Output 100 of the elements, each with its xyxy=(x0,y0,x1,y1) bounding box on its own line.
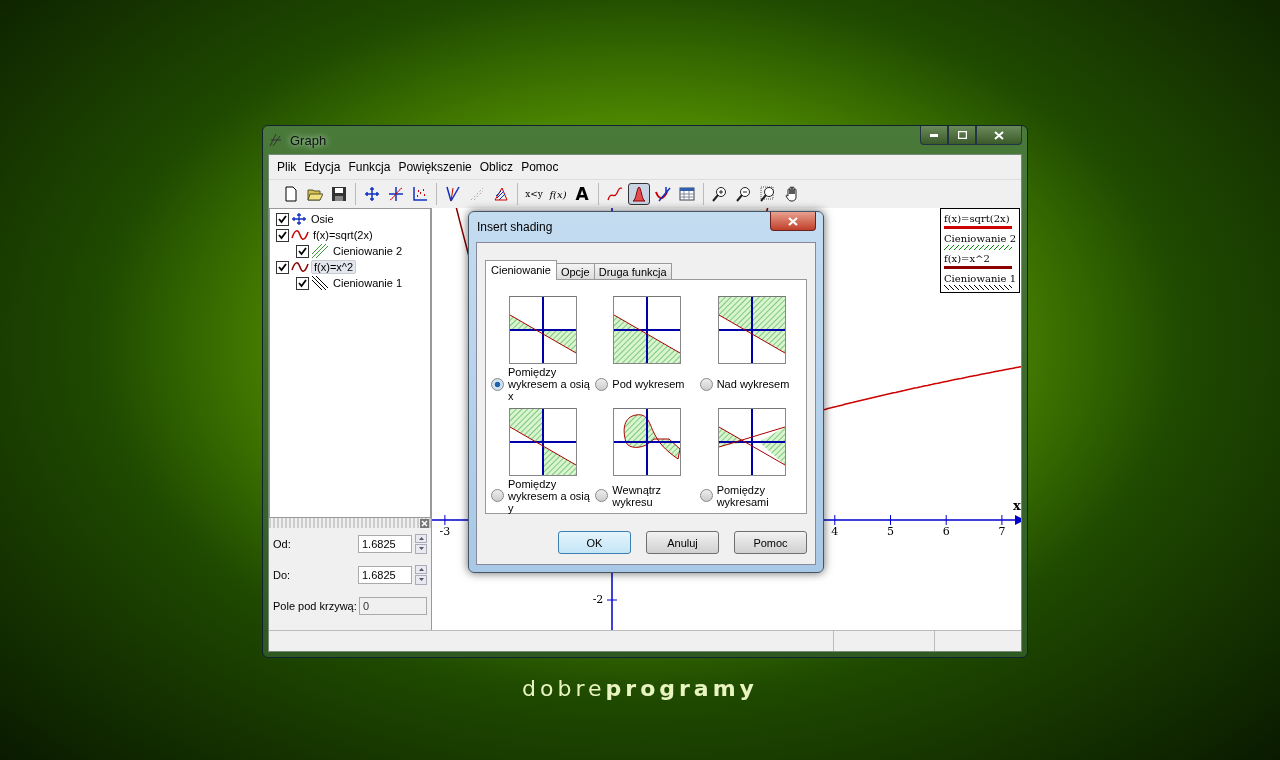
checkbox[interactable] xyxy=(296,244,309,258)
menu-item[interactable]: Plik xyxy=(273,160,301,174)
checkbox[interactable] xyxy=(276,260,289,274)
radio-button[interactable] xyxy=(595,489,609,502)
caret-down-icon xyxy=(418,578,424,582)
tick-label: 6 xyxy=(942,525,950,538)
hatch-icon xyxy=(311,275,329,291)
window-title: Graph xyxy=(290,132,327,148)
field-label: Do: xyxy=(273,568,291,581)
app-icon xyxy=(268,132,284,148)
new-file-icon xyxy=(283,186,299,202)
option-label[interactable]: Wewnątrz wykresu xyxy=(612,483,700,508)
close-button[interactable] xyxy=(770,212,816,231)
curve-icon xyxy=(607,186,623,202)
caret-up-icon xyxy=(418,536,424,540)
legend-label: f(x)=x^2 xyxy=(943,253,990,264)
spin-down-button[interactable] xyxy=(415,544,427,554)
minimize-icon xyxy=(930,133,938,137)
save-icon xyxy=(331,186,347,202)
dialog-button[interactable]: Pomoc xyxy=(734,531,807,554)
maximize-button[interactable] xyxy=(948,126,976,145)
toolbar-button[interactable] xyxy=(628,183,650,205)
menu-item[interactable]: Pomoc xyxy=(517,160,563,174)
folder-icon xyxy=(307,186,323,202)
wave-icon xyxy=(291,261,309,273)
hatch-icon xyxy=(493,186,509,202)
dialog-title: Insert shading xyxy=(476,220,553,234)
table-icon xyxy=(679,186,695,202)
number-field[interactable]: 1.6825 xyxy=(358,534,412,553)
v-lines-icon xyxy=(445,186,461,202)
points-icon xyxy=(412,186,428,202)
option-label[interactable]: Pomiędzy wykresami xyxy=(716,483,804,508)
hatch-icon xyxy=(311,243,329,259)
tab[interactable]: Druga funkcja xyxy=(593,263,672,279)
maximize-icon xyxy=(957,131,967,139)
legend-label: Cieniowanie 2 xyxy=(943,233,1016,244)
tick-label: 5 xyxy=(887,525,894,538)
number-field[interactable]: 1.6825 xyxy=(358,565,412,584)
checkbox[interactable] xyxy=(296,276,309,290)
hand-icon xyxy=(784,186,800,202)
field-label: Pole pod krzywą: xyxy=(273,599,357,612)
shading-preview-drawing xyxy=(509,407,578,476)
zoom-in-icon xyxy=(712,186,728,202)
tree-item[interactable]: f(x)=sqrt(2x) xyxy=(311,229,375,241)
legend-label: Cieniowanie 1 xyxy=(943,273,1016,284)
toolbar-button[interactable]: A xyxy=(571,183,593,205)
shading-preview-drawing xyxy=(509,296,578,364)
checkbox[interactable] xyxy=(276,228,289,242)
dashed-line-icon xyxy=(469,186,485,202)
tree-item[interactable]: Cieniowanie 1 xyxy=(331,277,405,289)
radio-button[interactable] xyxy=(595,377,609,391)
menu-item[interactable]: Funkcja xyxy=(344,160,395,174)
panel-splitter[interactable] xyxy=(269,518,431,528)
close-icon xyxy=(994,130,1004,140)
tick-label: 4 xyxy=(831,525,839,538)
close-icon[interactable] xyxy=(420,518,429,528)
tree-item[interactable]: Cieniowanie 2 xyxy=(331,245,405,257)
option-label[interactable]: Pod wykresem xyxy=(612,378,685,390)
spin-up-button[interactable] xyxy=(415,533,427,543)
tangent-icon xyxy=(655,186,671,202)
spin-down-button[interactable] xyxy=(415,575,427,585)
menu-item[interactable]: Edycja xyxy=(300,160,345,174)
option-label[interactable]: Pomiędzy wykresem a osią x xyxy=(508,366,596,402)
tree-item[interactable]: f(x)=x^2 xyxy=(311,260,357,274)
tab[interactable]: Cieniowanie xyxy=(485,260,557,280)
radio-button[interactable] xyxy=(699,377,713,391)
zoom-box-icon xyxy=(760,186,776,202)
toolbar-button[interactable]: f(x) xyxy=(547,183,569,205)
tick-label: -2 xyxy=(592,593,604,606)
shading-preview-drawing xyxy=(717,296,786,364)
minimize-button[interactable] xyxy=(920,126,948,145)
radio-button[interactable] xyxy=(491,377,504,391)
dialog-button[interactable]: Anuluj xyxy=(646,531,719,554)
axes-icon xyxy=(291,213,307,225)
menu-item[interactable]: Oblicz xyxy=(475,160,518,174)
checkbox[interactable] xyxy=(276,212,289,226)
shading-preview-drawing xyxy=(717,407,786,476)
option-label[interactable]: Nad wykresem xyxy=(716,378,790,390)
axis-label: x xyxy=(1013,498,1021,513)
menu-item[interactable]: Powiększenie xyxy=(394,160,476,174)
close-button[interactable] xyxy=(976,126,1022,145)
radio-button[interactable] xyxy=(699,489,713,502)
radio-button[interactable] xyxy=(491,489,504,502)
close-icon xyxy=(788,216,798,226)
spin-up-button[interactable] xyxy=(415,564,427,574)
option-label[interactable]: Pomiędzy wykresem a osią y xyxy=(508,477,596,514)
caret-up-icon xyxy=(418,567,424,571)
caret-down-icon xyxy=(418,547,424,551)
tab[interactable]: Opcje xyxy=(555,263,595,279)
field-label: Od: xyxy=(273,537,291,550)
tick-label: -3 xyxy=(439,525,451,538)
tree-item[interactable]: Osie xyxy=(309,213,336,225)
shading-preview-drawing xyxy=(613,407,682,476)
tick-label: 7 xyxy=(998,525,1006,538)
dialog-button[interactable]: OK xyxy=(558,531,631,554)
shading-icon xyxy=(631,186,647,202)
legend-label: f(x)=sqrt(2x) xyxy=(943,213,1010,224)
zoom-out-icon xyxy=(736,186,752,202)
shading-preview-drawing xyxy=(613,296,682,364)
toolbar-button[interactable]: x<y xyxy=(523,183,545,205)
